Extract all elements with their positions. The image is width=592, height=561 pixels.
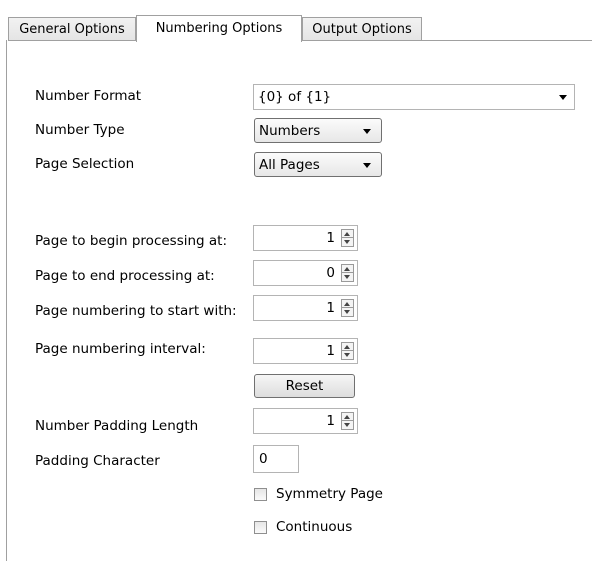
page-selection-label: Page Selection (35, 156, 135, 172)
padding-char-label: Padding Character (35, 453, 160, 469)
start-number-spinner[interactable]: 1 (253, 295, 358, 321)
padding-length-label: Number Padding Length (35, 418, 199, 434)
arrow-up-icon[interactable] (342, 300, 353, 308)
number-format-label: Number Format (35, 88, 142, 104)
start-number-value: 1 (326, 300, 335, 316)
begin-page-value: 1 (326, 230, 335, 246)
chevron-down-icon (363, 129, 371, 134)
number-type-value: Numbers (259, 123, 321, 139)
chevron-down-icon (363, 163, 371, 168)
padding-char-input[interactable]: 0 (253, 445, 299, 473)
padding-length-spinner[interactable]: 1 (253, 408, 358, 434)
number-type-label: Number Type (35, 122, 125, 138)
reset-button[interactable]: Reset (254, 374, 355, 398)
checkbox-unchecked-icon[interactable] (254, 488, 267, 501)
start-number-label: Page numbering to start with: (35, 303, 237, 319)
interval-label: Page numbering interval: (35, 341, 206, 357)
checkbox-unchecked-icon[interactable] (254, 521, 267, 534)
arrow-up-icon[interactable] (342, 413, 353, 421)
chevron-down-icon (559, 95, 567, 100)
arrow-up-icon[interactable] (342, 265, 353, 273)
begin-page-label: Page to begin processing at: (35, 233, 228, 249)
end-page-spinner[interactable]: 0 (253, 260, 358, 286)
number-format-combo[interactable]: {0} of {1} (253, 84, 575, 110)
spin-buttons (341, 299, 354, 317)
arrow-down-icon[interactable] (342, 351, 353, 359)
spin-buttons (341, 229, 354, 247)
number-format-value: {0} of {1} (258, 89, 332, 105)
arrow-down-icon[interactable] (342, 273, 353, 281)
spin-buttons (341, 342, 354, 360)
active-tab-gap (137, 40, 301, 41)
spin-buttons (341, 264, 354, 282)
end-page-value: 0 (326, 265, 335, 281)
symmetry-page-label: Symmetry Page (276, 486, 383, 502)
begin-page-spinner[interactable]: 1 (253, 225, 358, 251)
padding-char-value: 0 (259, 451, 268, 467)
arrow-down-icon[interactable] (342, 238, 353, 246)
page-selection-select[interactable]: All Pages (254, 152, 382, 177)
tab-output-options[interactable]: Output Options (302, 17, 422, 41)
end-page-label: Page to end processing at: (35, 268, 215, 284)
arrow-down-icon[interactable] (342, 308, 353, 316)
interval-value: 1 (326, 343, 335, 359)
tab-numbering-options[interactable]: Numbering Options (136, 15, 302, 42)
spin-buttons (341, 412, 354, 430)
number-type-select[interactable]: Numbers (254, 118, 382, 143)
numbering-options-dialog: General Options Numbering Options Output… (0, 0, 592, 561)
panel-left-border (6, 40, 7, 561)
arrow-down-icon[interactable] (342, 421, 353, 429)
continuous-label: Continuous (276, 519, 353, 535)
interval-spinner[interactable]: 1 (253, 338, 358, 364)
arrow-up-icon[interactable] (342, 230, 353, 238)
tab-general-options[interactable]: General Options (8, 17, 136, 41)
padding-length-value: 1 (326, 413, 335, 429)
arrow-up-icon[interactable] (342, 343, 353, 351)
page-selection-value: All Pages (259, 157, 320, 173)
